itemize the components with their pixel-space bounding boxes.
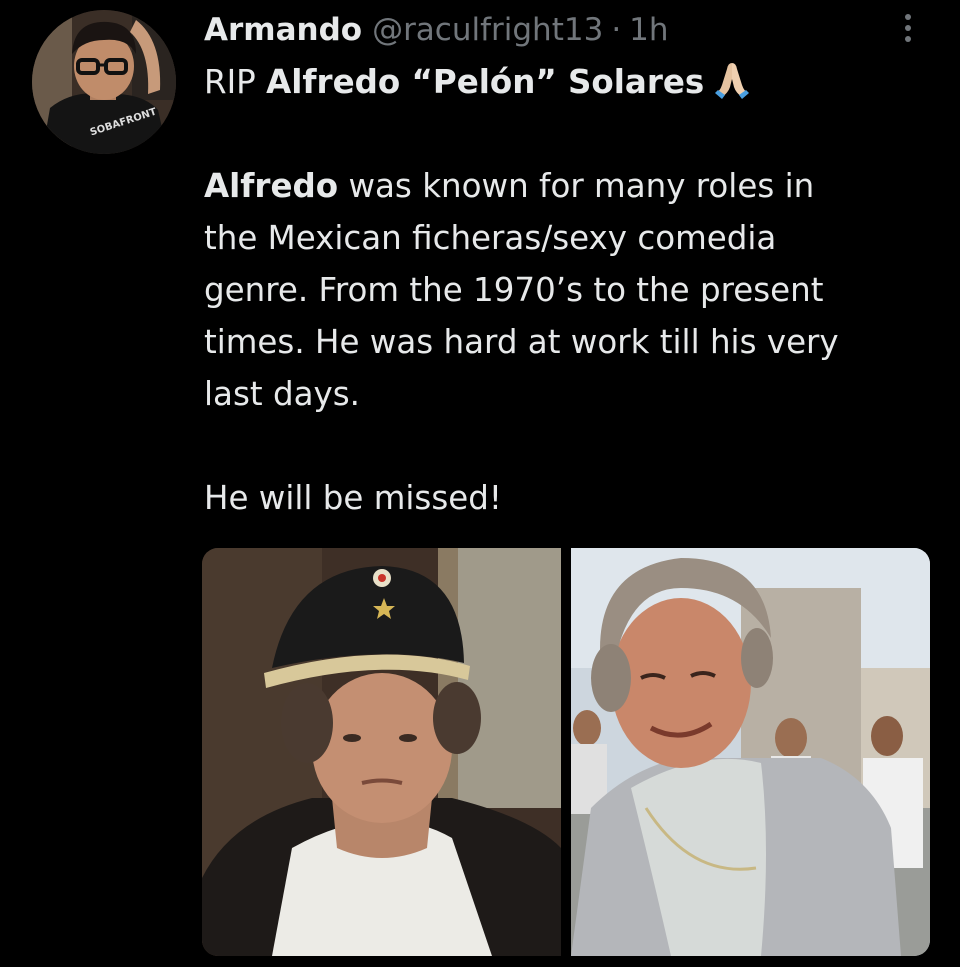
text-line: Alfredo was known for many roles in [204,160,924,212]
text-line-7: He will be missed! [204,479,502,517]
text-actor-name: Alfredo “Pelón” Solares [266,63,705,101]
separator-dot: · [611,12,622,48]
tweet-text: RIP Alfredo “Pelón” Solares Alfredo was … [204,56,924,524]
author-handle[interactable]: @raculfright13 [372,12,603,48]
text-rip: RIP [204,63,267,101]
photo-right[interactable] [571,548,930,956]
photo-left[interactable] [202,548,561,956]
author-name[interactable]: Armando [204,12,362,48]
text-line-6: last days. [204,375,360,413]
text-line-5: times. He was hard at work till his very [204,323,839,361]
text-line: RIP Alfredo “Pelón” Solares [204,56,924,108]
tweet[interactable]: SOBAFRONT Armando @raculfright13 · 1h RI… [0,0,960,967]
text-line-3: the Mexican ficheras/sexy comedia [204,219,777,257]
media-grid [202,548,930,956]
more-options-icon[interactable] [896,10,920,46]
tweet-header: Armando @raculfright13 · 1h [204,8,669,52]
timestamp[interactable]: 1h [629,12,668,48]
avatar[interactable]: SOBAFRONT [32,10,176,154]
folded-hands-emoji [712,59,752,114]
text-bold-name: Alfredo [204,167,339,205]
text-line-2: was known for many roles in [338,167,815,205]
text-line-4: genre. From the 1970’s to the present [204,271,824,309]
